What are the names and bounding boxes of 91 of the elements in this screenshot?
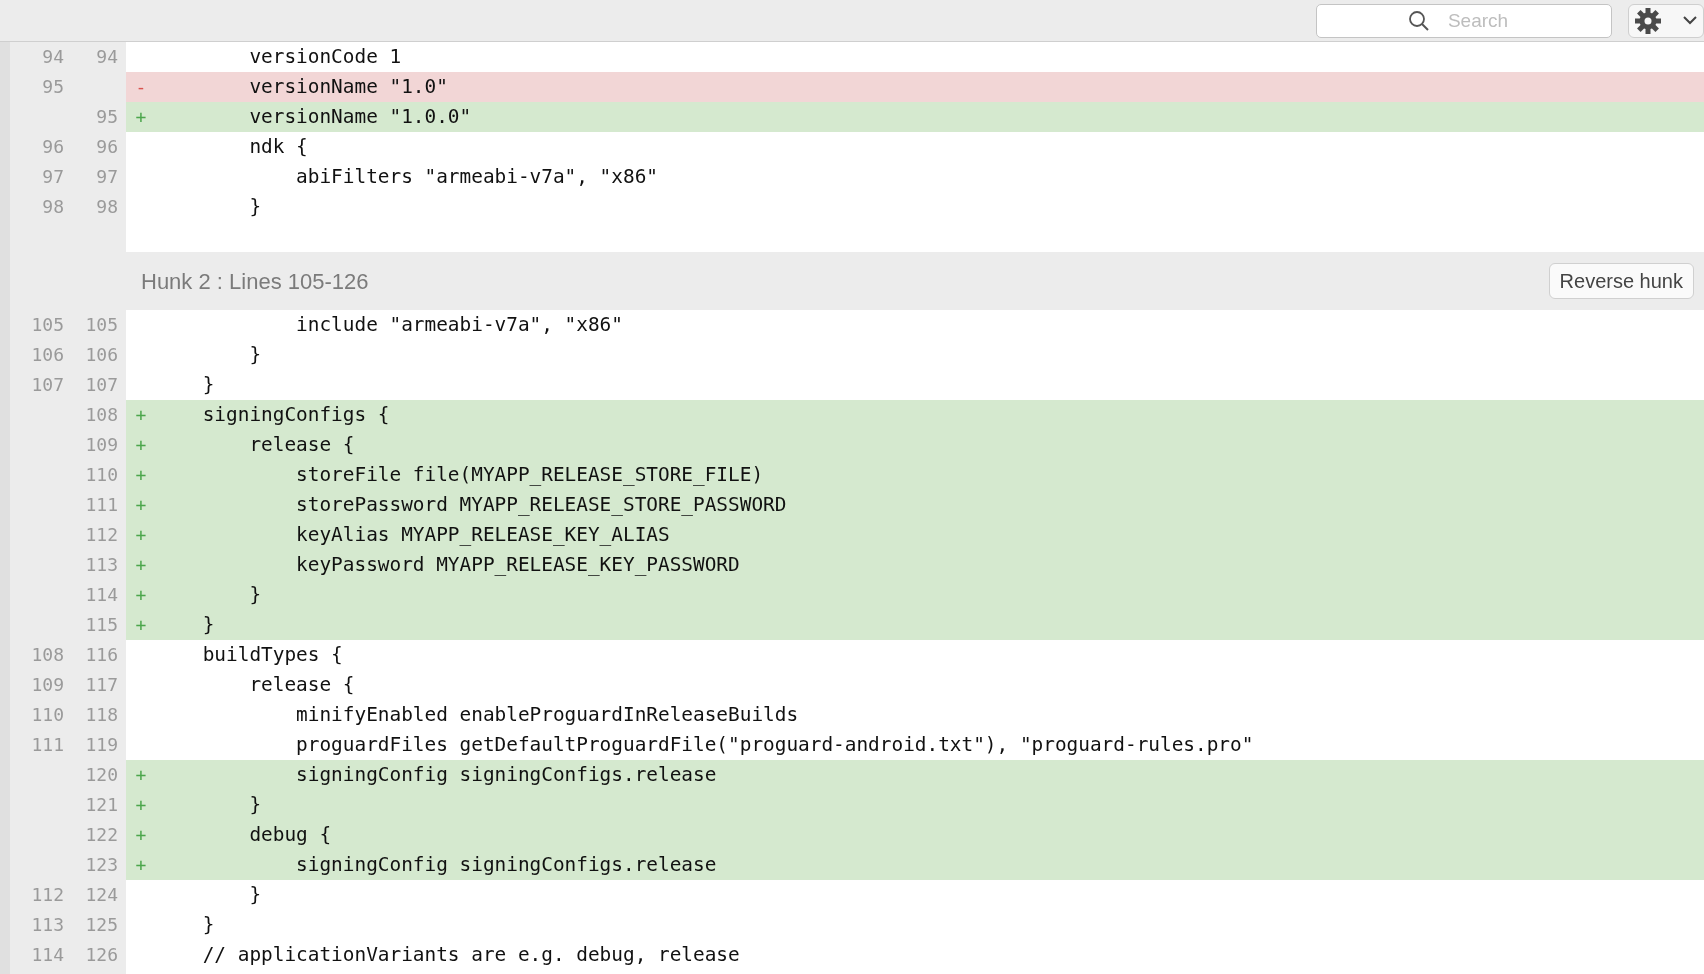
code-line: } xyxy=(201,912,215,938)
line-number: 112 xyxy=(85,524,118,545)
line-number: 126 xyxy=(85,944,118,965)
line-number: 121 xyxy=(85,794,118,815)
line-number: 108 xyxy=(85,404,118,425)
added-marker: + xyxy=(135,434,147,455)
code-line: release { xyxy=(248,672,355,698)
code-line: storeFile file(MYAPP_RELEASE_STORE_FILE) xyxy=(295,462,764,488)
line-number: 114 xyxy=(85,584,118,605)
line-number: 96 xyxy=(42,136,64,157)
added-marker: + xyxy=(135,494,147,515)
line-number: 95 xyxy=(96,106,118,127)
search-field[interactable]: Search xyxy=(1316,3,1612,38)
line-number: 105 xyxy=(85,314,118,335)
line-number: 116 xyxy=(85,644,118,665)
added-marker: + xyxy=(135,824,147,845)
code-line: signingConfigs { xyxy=(201,402,390,428)
code-line: storePassword MYAPP_RELEASE_STORE_PASSWORD xyxy=(295,492,787,518)
line-number: 107 xyxy=(85,374,118,395)
code-line: abiFilters "armeabi-v7a", "x86" xyxy=(295,164,658,190)
line-number: 109 xyxy=(31,674,64,695)
code-line: proguardFiles getDefaultProguardFile("proguard-android.txt"), "proguard-rules.pro" xyxy=(295,732,1254,758)
added-marker: + xyxy=(135,464,147,485)
code-line: versionName "1.0.0" xyxy=(248,104,472,130)
line-number: 117 xyxy=(85,674,118,695)
line-number: 124 xyxy=(85,884,118,905)
line-number: 110 xyxy=(31,704,64,725)
line-number: 122 xyxy=(85,824,118,845)
line-number: 123 xyxy=(85,854,118,875)
line-number: 97 xyxy=(42,166,64,187)
hunk-title: Hunk 2 : Lines 105-126 xyxy=(141,267,369,296)
added-marker: + xyxy=(135,404,147,425)
code-line: } xyxy=(201,372,215,398)
code-line: include "armeabi-v7a", "x86" xyxy=(295,312,623,338)
added-marker: + xyxy=(135,554,147,575)
line-number: 111 xyxy=(85,494,118,515)
line-number: 106 xyxy=(85,344,118,365)
search-icon xyxy=(1408,9,1430,32)
line-number: 109 xyxy=(85,434,118,455)
code-line: } xyxy=(248,582,262,608)
line-number: 120 xyxy=(85,764,118,785)
code-line: } xyxy=(201,612,215,638)
line-number: 113 xyxy=(31,914,64,935)
line-number: 106 xyxy=(31,344,64,365)
added-marker: + xyxy=(135,794,147,815)
line-number: 94 xyxy=(42,46,64,67)
added-marker: + xyxy=(135,524,147,545)
added-marker: + xyxy=(135,614,147,635)
line-number: 115 xyxy=(85,614,118,635)
line-number: 95 xyxy=(42,76,64,97)
line-number: 108 xyxy=(31,644,64,665)
code-line: signingConfig signingConfigs.release xyxy=(295,852,717,878)
line-number: 114 xyxy=(31,944,64,965)
line-number: 112 xyxy=(31,884,64,905)
code-line: release { xyxy=(248,432,355,458)
added-marker: + xyxy=(135,106,147,127)
code-line: } xyxy=(248,194,262,220)
reverse-hunk-button[interactable]: Reverse hunk xyxy=(1548,263,1694,299)
line-number: 94 xyxy=(96,46,118,67)
line-number: 113 xyxy=(85,554,118,575)
code-line: keyPassword MYAPP_RELEASE_KEY_PASSWORD xyxy=(295,552,740,578)
line-number: 107 xyxy=(31,374,64,395)
code-line: // applicationVariants are e.g. debug, release xyxy=(201,942,740,968)
line-number: 97 xyxy=(96,166,118,187)
removed-marker: - xyxy=(135,76,147,97)
code-line: versionName "1.0" xyxy=(248,74,448,100)
code-line: minifyEnabled enableProguardInReleaseBuilds xyxy=(295,702,799,728)
line-number: 125 xyxy=(85,914,118,935)
code-line: keyAlias MYAPP_RELEASE_KEY_ALIAS xyxy=(295,522,670,548)
code-line: buildTypes { xyxy=(201,642,343,668)
code-line: versionCode 1 xyxy=(248,44,402,70)
settings-button[interactable] xyxy=(1628,3,1704,38)
chevron-down-icon xyxy=(1683,16,1697,25)
added-marker: + xyxy=(135,764,147,785)
settings-icon xyxy=(1635,7,1661,34)
code-line: } xyxy=(248,342,262,368)
added-marker: + xyxy=(135,854,147,875)
code-line: debug { xyxy=(248,822,332,848)
added-marker: + xyxy=(135,584,147,605)
line-number: 98 xyxy=(96,196,118,217)
line-number: 110 xyxy=(85,464,118,485)
code-line: ndk { xyxy=(248,134,308,160)
line-number: 118 xyxy=(85,704,118,725)
code-line: signingConfig signingConfigs.release xyxy=(295,762,717,788)
line-number: 105 xyxy=(31,314,64,335)
line-number: 96 xyxy=(96,136,118,157)
line-number: 98 xyxy=(42,196,64,217)
line-number: 111 xyxy=(31,734,64,755)
code-line: } xyxy=(248,792,262,818)
code-line: } xyxy=(248,882,262,908)
line-number: 119 xyxy=(85,734,118,755)
